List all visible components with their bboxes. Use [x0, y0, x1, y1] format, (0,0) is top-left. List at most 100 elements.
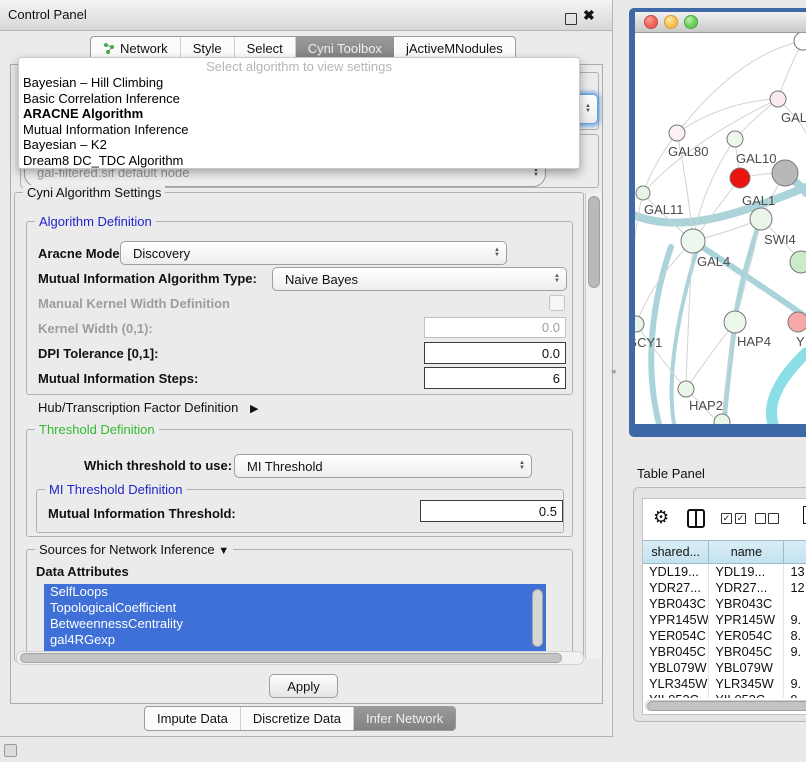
table-cell: YER054C: [709, 628, 784, 644]
mi-algorithm-type-combobox[interactable]: Naive Bayes ▲▼: [272, 267, 567, 291]
network-node[interactable]: [730, 168, 750, 188]
table-row[interactable]: YDL19...YDL19...13: [643, 564, 806, 580]
table-cell: YPR145W: [709, 612, 784, 628]
split-columns-icon[interactable]: [687, 509, 705, 528]
tab-label: Impute Data: [157, 711, 228, 726]
apply-button[interactable]: Apply: [269, 674, 338, 698]
column-header-shared[interactable]: shared...: [643, 540, 709, 564]
expanded-arrow-icon[interactable]: ▼: [218, 545, 229, 557]
list-scrollbar-thumb[interactable]: [532, 589, 543, 647]
table-row[interactable]: YBR045CYBR045C9.: [643, 644, 806, 660]
combobox-spinner-icon: ▲▼: [494, 248, 500, 258]
settings-hscrollbar-thumb[interactable]: [20, 653, 562, 663]
network-node[interactable]: [794, 33, 806, 50]
table-row[interactable]: YBR043CYBR043C: [643, 596, 806, 612]
gear-icon[interactable]: ⚙: [653, 507, 669, 528]
which-threshold-value: MI Threshold: [247, 455, 323, 477]
dropdown-item-bayesian-k2[interactable]: Bayesian – K2: [19, 137, 579, 153]
network-node[interactable]: [788, 312, 806, 332]
tab-impute-data[interactable]: Impute Data: [145, 707, 241, 730]
window-corner-icon[interactable]: [4, 744, 17, 757]
column-header-name[interactable]: name: [709, 540, 784, 564]
network-node[interactable]: [636, 186, 650, 200]
table-cell: 9.: [784, 612, 806, 628]
network-icon: [103, 42, 116, 55]
zoom-traffic-light-icon[interactable]: [684, 15, 698, 29]
network-node[interactable]: [770, 91, 786, 107]
tab-label: Select: [247, 41, 283, 56]
close-traffic-light-icon[interactable]: [644, 15, 658, 29]
column-header-a[interactable]: A: [784, 540, 806, 564]
network-node[interactable]: [790, 251, 806, 273]
network-node[interactable]: [724, 311, 746, 333]
mi-algorithm-type-value: Naive Bayes: [285, 268, 358, 290]
attribute-item-topologicalcoefficient[interactable]: TopologicalCoefficient: [44, 600, 546, 616]
attribute-item-gal4rgexp[interactable]: gal4RGexp: [44, 632, 546, 648]
network-node[interactable]: [714, 414, 730, 424]
unchecked-checkbox-icon[interactable]: [755, 513, 766, 524]
minimize-traffic-light-icon[interactable]: [664, 15, 678, 29]
checked-checkbox-icon[interactable]: ✓: [735, 513, 746, 524]
dropdown-item-aracne-algorithm[interactable]: ARACNE Algorithm: [19, 106, 579, 122]
attribute-item-betweennesscentrality[interactable]: BetweennessCentrality: [44, 616, 546, 632]
settings-vscrollbar-thumb[interactable]: [588, 196, 600, 288]
network-node[interactable]: [678, 381, 694, 397]
aracne-mode-combobox[interactable]: Discovery ▲▼: [120, 241, 507, 265]
table-cell: YBR043C: [643, 596, 709, 612]
table-cell: YPR145W: [643, 612, 709, 628]
table-row[interactable]: YER054CYER054C8.: [643, 628, 806, 644]
network-node[interactable]: [669, 125, 685, 141]
network-node[interactable]: [635, 316, 644, 332]
unchecked-checkbox-icon[interactable]: [768, 513, 779, 524]
control-panel-titlebar: Control Panel ✖: [0, 0, 612, 31]
network-edge: [643, 133, 677, 193]
table-cell: YLR345W: [643, 676, 709, 692]
which-threshold-combobox[interactable]: MI Threshold ▲▼: [234, 454, 532, 478]
mi-steps-value: 6: [553, 371, 560, 386]
node-label: GCY1: [635, 335, 662, 350]
network-edge: [771, 353, 806, 424]
table-row[interactable]: YPR145WYPR145W9.: [643, 612, 806, 628]
data-attributes-list[interactable]: SelfLoopsTopologicalCoefficientBetweenne…: [44, 584, 546, 652]
table-row[interactable]: YBL079WYBL079W: [643, 660, 806, 676]
dropdown-item-mutual-information-inference[interactable]: Mutual Information Inference: [19, 122, 579, 138]
network-node[interactable]: [727, 131, 743, 147]
hub-definition-toggle[interactable]: Hub/Transcription Factor Definition ▶: [38, 400, 258, 415]
table-cell: YBR043C: [709, 596, 784, 612]
node-label: GAL4: [697, 254, 730, 269]
table-cell: YBL079W: [709, 660, 784, 676]
mi-threshold-field[interactable]: 0.5: [420, 500, 563, 522]
splitpane-collapse-icon[interactable]: ◂: [611, 366, 616, 377]
node-label: HAP4: [737, 334, 771, 349]
tab-infer-network[interactable]: Infer Network: [354, 707, 455, 730]
checked-checkbox-icon[interactable]: ✓: [721, 513, 732, 524]
dpi-tolerance-field[interactable]: 0.0: [424, 342, 566, 364]
table-row[interactable]: YDR27...YDR27...12: [643, 580, 806, 596]
network-edge: [677, 99, 778, 133]
float-window-icon[interactable]: [565, 13, 577, 25]
network-node[interactable]: [750, 208, 772, 230]
dropdown-item-dream8-dc-tdc-algorithm[interactable]: Dream8 DC_TDC Algorithm: [19, 153, 579, 169]
attribute-item-selfloops[interactable]: SelfLoops: [44, 584, 546, 600]
network-window-titlebar[interactable]: [635, 12, 806, 33]
table-row[interactable]: YIL053CYIL053C9.: [643, 692, 806, 698]
combobox-spinner-icon: ▲▼: [519, 461, 525, 471]
aracne-mode-value: Discovery: [133, 242, 190, 264]
table-row[interactable]: YLR345WYLR345W9.: [643, 676, 806, 692]
table-panel-box: ⚙ ✓ ✓ shared...nameA YDL19...YDL19...13Y…: [642, 498, 806, 715]
mi-steps-field[interactable]: 6: [424, 367, 566, 389]
kernel-width-value: 0.0: [542, 320, 560, 335]
table-panel-title: Table Panel: [637, 466, 705, 481]
network-canvas[interactable]: GAL8GAL80GAL10GAL1GAL11SWI4GAL4GCY1HAP4Y…: [635, 33, 806, 424]
manual-kernel-width-checkbox[interactable]: [549, 295, 565, 311]
network-node[interactable]: [681, 229, 705, 253]
table-cell: YDL19...: [643, 564, 709, 580]
collapsed-arrow-icon: ▶: [250, 403, 258, 415]
table-hscrollbar-thumb[interactable]: [647, 701, 806, 711]
kernel-width-field[interactable]: 0.0: [424, 317, 566, 338]
close-icon[interactable]: ✖: [583, 7, 595, 24]
mi-algorithm-type-label: Mutual Information Algorithm Type:: [38, 271, 257, 286]
table-panel: ⚙ ✓ ✓ shared...nameA YDL19...YDL19...13Y…: [633, 487, 806, 722]
tab-discretize-data[interactable]: Discretize Data: [241, 707, 354, 730]
bottom-task-tabs: Impute Data Discretize DataInfer Network: [144, 706, 456, 731]
